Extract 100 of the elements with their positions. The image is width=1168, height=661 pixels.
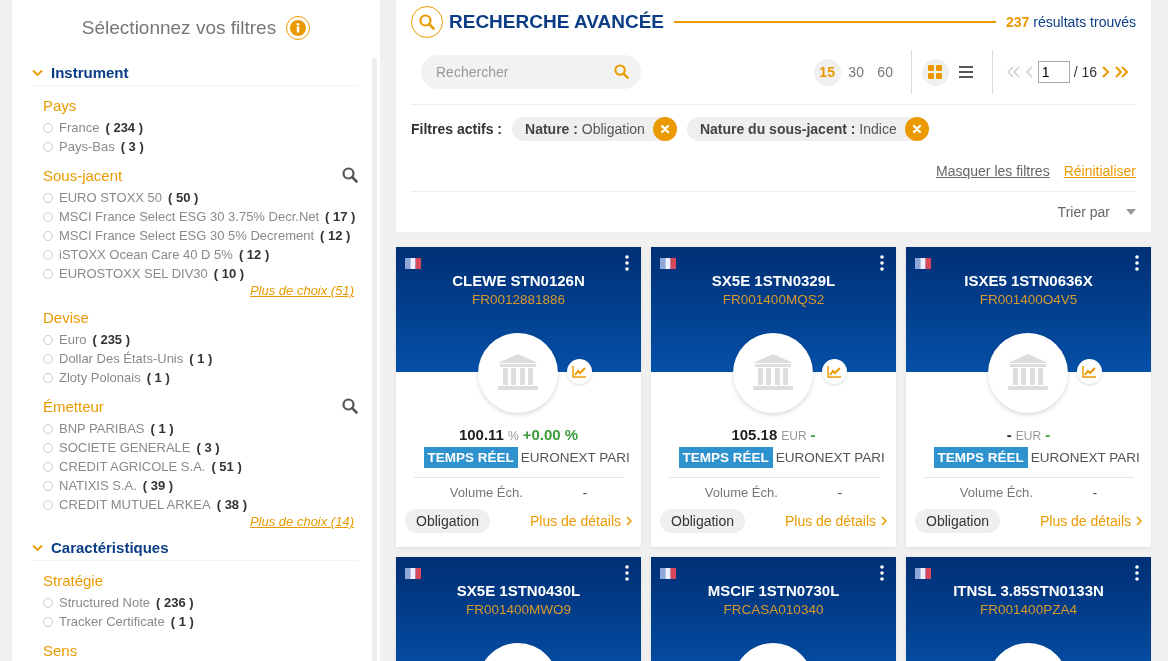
price-unit: EUR xyxy=(1015,429,1042,443)
more-options-icon[interactable] xyxy=(625,255,629,271)
product-card[interactable]: SX5E 1STN0430L FR001400MWO9 xyxy=(396,557,641,661)
option-count: ( 1 ) xyxy=(150,421,174,436)
flag-icon xyxy=(405,258,421,269)
price-change: +0.00 % xyxy=(522,426,579,443)
chart-button[interactable] xyxy=(1077,359,1102,384)
option-count: ( 1 ) xyxy=(189,351,213,366)
search-icon[interactable] xyxy=(342,398,358,414)
option-count: ( 12 ) xyxy=(320,228,351,243)
panel-title: Sélectionnez vos filtres xyxy=(81,17,277,39)
chevron-icon[interactable] xyxy=(32,543,43,552)
more-options-icon[interactable] xyxy=(880,255,884,271)
realtime-badge: TEMPS RÉEL xyxy=(678,447,773,468)
isin-code: FR001400MQS2 xyxy=(722,292,825,307)
flag-icon xyxy=(915,258,931,269)
option-label: Dollar Des États-Unis xyxy=(59,351,184,366)
search-field[interactable]: Rechercher xyxy=(421,55,641,89)
option-label: Zloty Polonais xyxy=(59,370,141,385)
close-icon[interactable] xyxy=(904,117,929,141)
option-count: ( 17 ) xyxy=(325,209,356,224)
option-count: ( 3 ) xyxy=(196,440,220,455)
more-options-icon[interactable] xyxy=(1135,565,1139,581)
option-count: ( 51 ) xyxy=(211,459,242,474)
option-label: EURO STOXX 50 xyxy=(59,190,163,205)
product-type-tag: Obligation xyxy=(405,509,491,533)
more-options-icon[interactable] xyxy=(1135,255,1139,271)
more-options-icon[interactable] xyxy=(625,565,629,581)
volume-value: - xyxy=(837,485,843,500)
option-label: CREDIT MUTUEL ARKEA xyxy=(59,497,211,512)
option-label: Pays-Bas xyxy=(59,139,115,154)
grid-icon xyxy=(928,65,943,79)
chart-button[interactable] xyxy=(567,359,592,384)
product-card[interactable]: SX5E 1STN0329L FR001400MQS2 105.18 EUR - TEMPS RÉEL EURONEXT PARI Volume Éch. - Obligation Plus de détails xyxy=(651,247,896,547)
filter-text: Nature du sous-jacent : Indice xyxy=(699,121,897,137)
option-label: MSCI France Select ESG 30 5% Decrement xyxy=(59,228,315,243)
line-chart-icon xyxy=(827,365,842,378)
product-type-tag: Obligation xyxy=(660,509,746,533)
market-name: EURONEXT PARI xyxy=(775,450,885,465)
option-label: Structured Note xyxy=(59,595,151,610)
hide-filters-link[interactable]: Masquer les filtres xyxy=(936,163,1050,179)
option-label: France xyxy=(59,120,100,135)
flag-icon xyxy=(915,568,931,579)
previous-page-icon[interactable] xyxy=(1024,66,1034,78)
isin-code: FR0012881886 xyxy=(471,292,566,307)
page-input[interactable]: 1 xyxy=(1037,61,1070,83)
option-label: Euro xyxy=(59,332,87,347)
search-icon[interactable] xyxy=(342,167,358,183)
active-filters-label: Filtres actifs : xyxy=(411,121,503,137)
section-title[interactable]: Instrument xyxy=(51,64,129,81)
line-chart-icon xyxy=(572,365,587,378)
next-page-icon[interactable] xyxy=(1101,66,1110,78)
price-change: - xyxy=(810,426,816,443)
close-icon[interactable] xyxy=(652,117,677,141)
option-count: ( 39 ) xyxy=(142,478,174,493)
product-title: CLEWE STN0126N xyxy=(452,272,585,289)
group-title: Émetteur xyxy=(43,397,104,415)
product-card[interactable]: MSCIF 1STN0730L FRCASA010340 xyxy=(651,557,896,661)
option-count: ( 1 ) xyxy=(170,614,194,629)
more-options-icon[interactable] xyxy=(880,565,884,581)
page-size-option[interactable]: 60 xyxy=(871,58,899,86)
volume-value: - xyxy=(1092,485,1098,500)
page-size-option[interactable]: 30 xyxy=(842,58,870,86)
realtime-badge: TEMPS RÉEL xyxy=(933,447,1028,468)
section-title[interactable]: Caractéristiques xyxy=(51,539,169,556)
market-name: EURONEXT PARI xyxy=(1030,450,1140,465)
option-label: SOCIETE GENERALE xyxy=(59,440,191,455)
group-title: Sens xyxy=(43,641,78,659)
view-toggle[interactable] xyxy=(921,58,949,86)
option-count: ( 234 ) xyxy=(105,120,144,135)
market-name: EURONEXT PARI xyxy=(520,450,630,465)
price-unit: % xyxy=(507,429,519,443)
flag-icon xyxy=(660,568,676,579)
chevron-icon xyxy=(1136,516,1142,526)
isin-code: FR001400PZA4 xyxy=(980,602,1077,617)
price-value: 100.11 xyxy=(458,426,504,443)
option-count: ( 236 ) xyxy=(156,595,194,610)
magnifier-icon[interactable] xyxy=(419,14,435,30)
bank-building-icon xyxy=(1008,354,1048,392)
volume-label: Volume Éch. xyxy=(959,485,1033,500)
last-page-icon[interactable] xyxy=(1114,66,1128,78)
isin-code: FRCASA010340 xyxy=(723,602,824,617)
volume-label: Volume Éch. xyxy=(704,485,778,500)
product-card[interactable]: ISXE5 1STN0636X FR001400O4V5 - EUR - TEMPS RÉEL EURONEXT PARI Volume Éch. - Obligation Plus de détails xyxy=(906,247,1151,547)
chevron-icon[interactable] xyxy=(32,68,43,77)
product-type-tag: Obligation xyxy=(915,509,1001,533)
price-value: - xyxy=(1006,426,1012,443)
filter-text: Nature : Obligation xyxy=(525,121,645,137)
option-count: ( 235 ) xyxy=(92,332,131,347)
group-title: Sous-jacent xyxy=(43,166,123,184)
product-card[interactable]: CLEWE STN0126N FR0012881886 100.11 % +0.00 % TEMPS RÉEL EURONEXT PARI Volume Éch. - Obligation Plus de détails xyxy=(396,247,641,547)
flag-icon xyxy=(660,258,676,269)
first-page-icon[interactable] xyxy=(1006,66,1021,78)
sort-dropdown[interactable]: Trier par xyxy=(1057,204,1136,220)
chart-button[interactable] xyxy=(822,359,847,384)
bank-building-icon xyxy=(498,354,538,392)
page-total: / 16 xyxy=(1073,64,1097,80)
option-label: CREDIT AGRICOLE S.A. xyxy=(59,459,206,474)
isin-code: FR001400MWO9 xyxy=(465,602,571,617)
product-card[interactable]: ITNSL 3.85STN0133N FR001400PZA4 xyxy=(906,557,1151,661)
